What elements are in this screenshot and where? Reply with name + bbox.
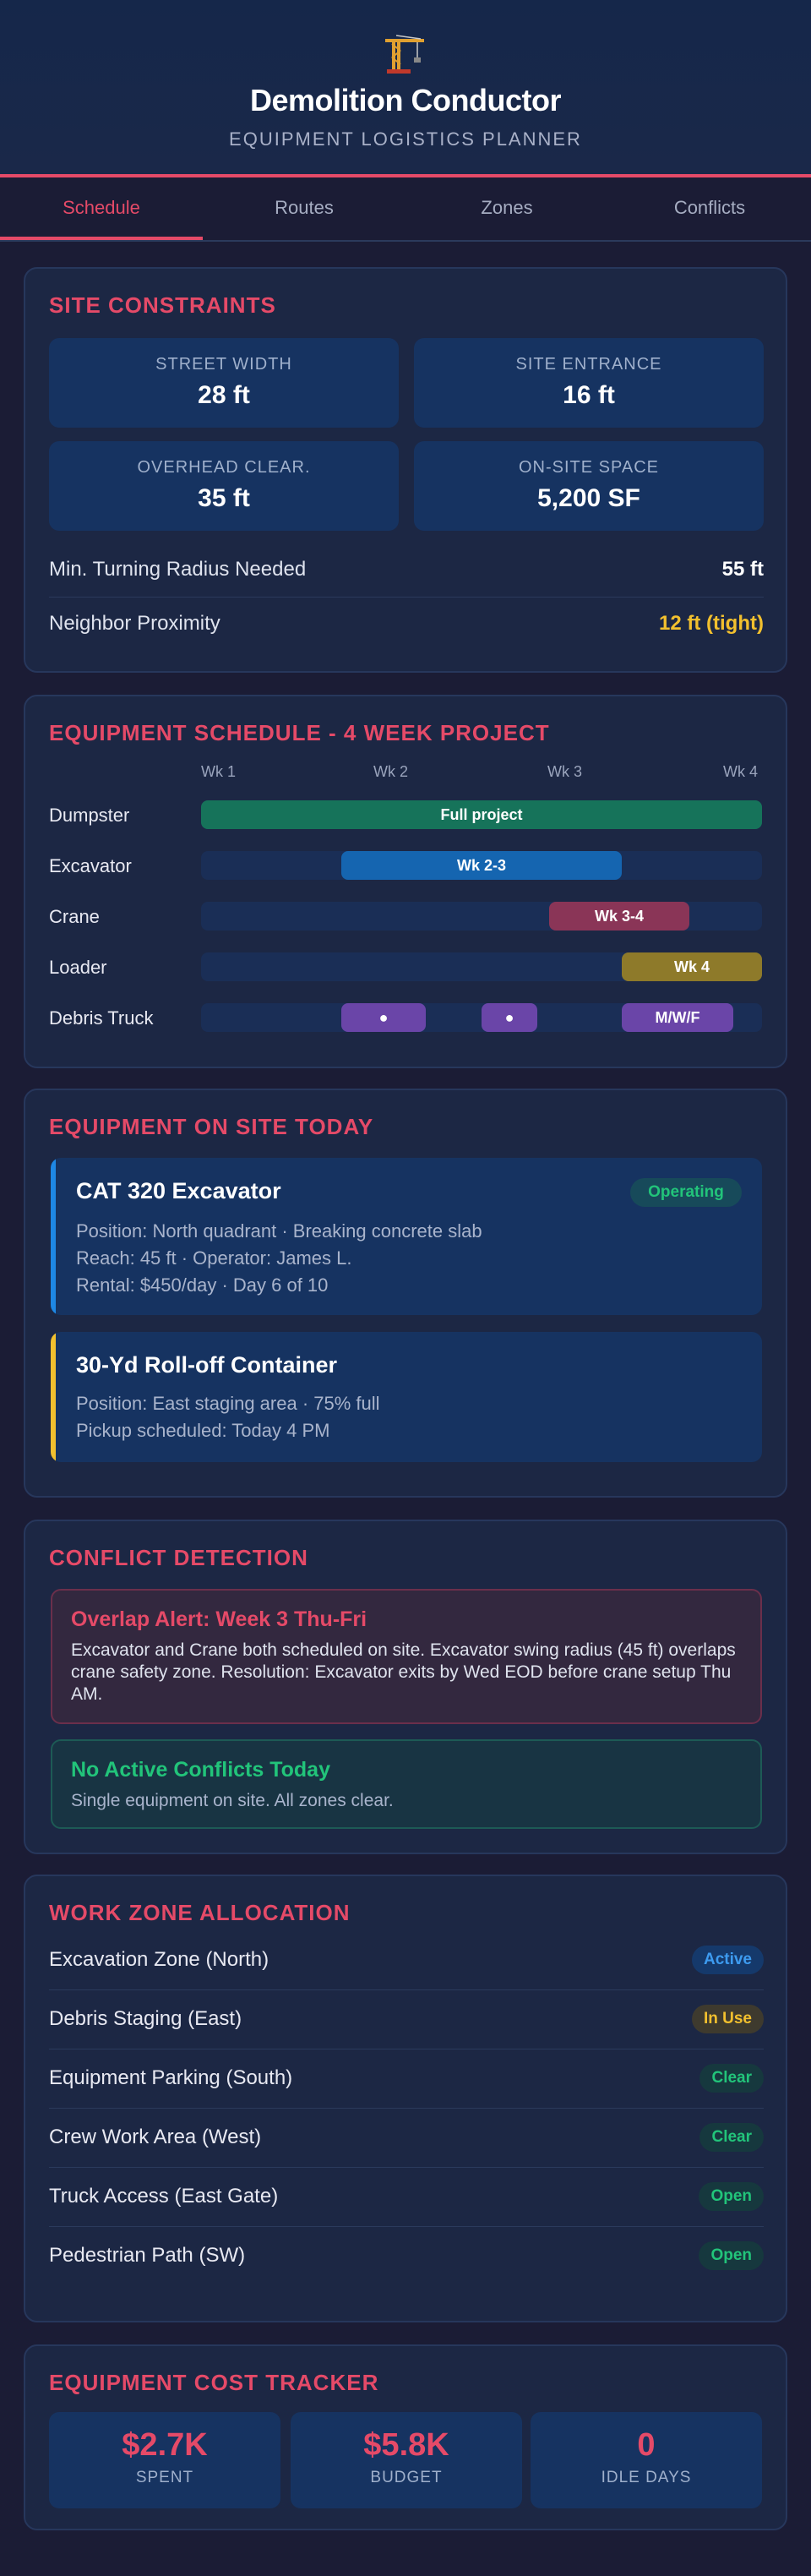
cost-value: $5.8K — [363, 2427, 449, 2463]
equipment-name: CAT 320 Excavator — [76, 1178, 281, 1203]
gantt-bar-crane[interactable]: Wk 3-4 — [549, 902, 689, 931]
equipment-detail: Rental: $450/day · Day 6 of 10 — [76, 1274, 329, 1296]
gantt-row-label: Debris Truck — [49, 1007, 154, 1029]
tab-schedule[interactable]: Schedule — [0, 177, 203, 240]
cost-idle-days: 0 IDLE DAYS — [531, 2412, 762, 2508]
stat-value: 16 ft — [563, 381, 615, 409]
turning-radius-row: Min. Turning Radius Needed 55 ft — [49, 543, 764, 597]
row-label: Min. Turning Radius Needed — [49, 558, 307, 581]
zone-row[interactable]: Debris Staging (East) In Use — [49, 1989, 764, 2049]
section-title: EQUIPMENT SCHEDULE - 4 WEEK PROJECT — [49, 720, 550, 745]
zone-name: Truck Access (East Gate) — [49, 2185, 279, 2208]
zone-row[interactable]: Pedestrian Path (SW) Open — [49, 2226, 764, 2285]
stat-label: OVERHEAD CLEAR. — [137, 458, 311, 477]
tab-bar: Schedule Routes Zones Conflicts — [0, 177, 811, 242]
equipment-card-container[interactable]: 30-Yd Roll-off Container Position: East … — [51, 1332, 762, 1462]
cost-value: 0 — [637, 2427, 656, 2463]
notice-title: No Active Conflicts Today — [71, 1758, 330, 1782]
row-label: Neighbor Proximity — [49, 612, 220, 635]
tab-zones[interactable]: Zones — [406, 177, 608, 240]
zone-status-badge: Active — [691, 1946, 764, 1974]
cost-label: SPENT — [135, 2469, 194, 2486]
tab-conflicts[interactable]: Conflicts — [608, 177, 811, 240]
gantt-row-label: Loader — [49, 957, 107, 978]
conflict-detection-card: CONFLICT DETECTION Overlap Alert: Week 3… — [24, 1520, 787, 1854]
zone-status-badge: Open — [699, 2241, 764, 2270]
zone-row[interactable]: Truck Access (East Gate) Open — [49, 2167, 764, 2226]
zone-status-badge: Clear — [699, 2123, 764, 2152]
week-label: Wk 3 — [547, 763, 583, 780]
status-badge: Operating — [630, 1178, 742, 1207]
section-title: EQUIPMENT ON SITE TODAY — [49, 1114, 374, 1139]
app-title: Demolition Conductor — [250, 83, 561, 117]
gantt-row-label: Dumpster — [49, 805, 130, 826]
stat-label: SITE ENTRANCE — [515, 355, 662, 374]
stat-label: ON-SITE SPACE — [519, 458, 659, 477]
cost-label: IDLE DAYS — [601, 2469, 692, 2486]
app-subtitle: EQUIPMENT LOGISTICS PLANNER — [229, 128, 582, 150]
zone-status-badge: Clear — [699, 2064, 764, 2093]
stat-on-site-space: ON-SITE SPACE 5,200 SF — [414, 441, 764, 531]
zone-status-badge: In Use — [691, 2005, 764, 2033]
cost-budget: $5.8K BUDGET — [291, 2412, 522, 2508]
zone-name: Equipment Parking (South) — [49, 2066, 293, 2089]
gantt-bar-debris-truck[interactable]: M/W/F — [622, 1003, 733, 1032]
site-constraints-card: SITE CONSTRAINTS STREET WIDTH 28 ft SITE… — [24, 267, 787, 673]
zone-status-badge: Open — [699, 2182, 764, 2211]
alert-title: Overlap Alert: Week 3 Thu-Fri — [71, 1607, 367, 1631]
gantt-bar-debris-truck[interactable]: ● — [482, 1003, 537, 1032]
gantt-bar-debris-truck[interactable]: ● — [341, 1003, 426, 1032]
equipment-detail: Reach: 45 ft · Operator: James L. — [76, 1247, 352, 1269]
gantt-bar-loader[interactable]: Wk 4 — [622, 952, 762, 981]
no-conflicts-notice: No Active Conflicts Today Single equipme… — [51, 1739, 762, 1829]
stat-label: STREET WIDTH — [155, 355, 292, 374]
week-label: Wk 1 — [201, 763, 237, 780]
accent-stripe — [51, 1332, 56, 1462]
section-title: EQUIPMENT COST TRACKER — [49, 2370, 379, 2395]
equipment-detail: Position: North quadrant · Breaking conc… — [76, 1220, 482, 1242]
row-value: 12 ft (tight) — [659, 612, 764, 635]
zone-row[interactable]: Crew Work Area (West) Clear — [49, 2108, 764, 2167]
equipment-detail: Position: East staging area · 75% full — [76, 1393, 380, 1414]
overlap-alert: Overlap Alert: Week 3 Thu-Fri Excavator … — [51, 1589, 762, 1724]
zone-row[interactable]: Excavation Zone (North) Active — [49, 1930, 764, 1989]
cost-spent: $2.7K SPENT — [49, 2412, 280, 2508]
neighbor-proximity-row: Neighbor Proximity 12 ft (tight) — [49, 597, 764, 651]
stat-value: 35 ft — [198, 484, 250, 512]
week-label: Wk 4 — [723, 763, 759, 780]
stat-street-width: STREET WIDTH 28 ft — [49, 338, 399, 428]
section-title: SITE CONSTRAINTS — [49, 292, 276, 318]
stat-value: 5,200 SF — [537, 484, 640, 512]
zone-name: Debris Staging (East) — [49, 2007, 242, 2030]
stat-overhead-clearance: OVERHEAD CLEAR. 35 ft — [49, 441, 399, 531]
crane-icon — [385, 35, 424, 74]
zone-name: Crew Work Area (West) — [49, 2126, 262, 2148]
zone-name: Excavation Zone (North) — [49, 1948, 269, 1971]
gantt-bar-dumpster[interactable]: Full project — [201, 800, 762, 829]
zone-row[interactable]: Equipment Parking (South) Clear — [49, 2049, 764, 2108]
zone-name: Pedestrian Path (SW) — [49, 2244, 246, 2267]
section-title: WORK ZONE ALLOCATION — [49, 1900, 351, 1925]
equipment-detail: Pickup scheduled: Today 4 PM — [76, 1420, 330, 1441]
cost-value: $2.7K — [122, 2427, 208, 2463]
accent-stripe — [51, 1158, 56, 1315]
week-label: Wk 2 — [373, 763, 409, 780]
alert-body: Excavator and Crane both scheduled on si… — [71, 1640, 736, 1704]
gantt-bar-excavator[interactable]: Wk 2-3 — [341, 851, 622, 880]
section-title: CONFLICT DETECTION — [49, 1545, 308, 1570]
gantt-row-label: Crane — [49, 906, 100, 927]
equipment-card-excavator[interactable]: CAT 320 Excavator Operating Position: No… — [51, 1158, 762, 1315]
cost-label: BUDGET — [370, 2469, 443, 2486]
stat-value: 28 ft — [198, 381, 250, 409]
equipment-name: 30-Yd Roll-off Container — [76, 1352, 337, 1378]
stat-site-entrance: SITE ENTRANCE 16 ft — [414, 338, 764, 428]
app-header: Demolition Conductor EQUIPMENT LOGISTICS… — [0, 0, 811, 177]
gantt-row-label: Excavator — [49, 855, 132, 876]
row-value: 55 ft — [721, 558, 764, 581]
notice-body: Single equipment on site. All zones clea… — [71, 1791, 394, 1810]
work-zone-card: WORK ZONE ALLOCATION Excavation Zone (No… — [24, 1875, 787, 2322]
equipment-on-site-card: EQUIPMENT ON SITE TODAY CAT 320 Excavato… — [24, 1089, 787, 1498]
tab-routes[interactable]: Routes — [203, 177, 406, 240]
